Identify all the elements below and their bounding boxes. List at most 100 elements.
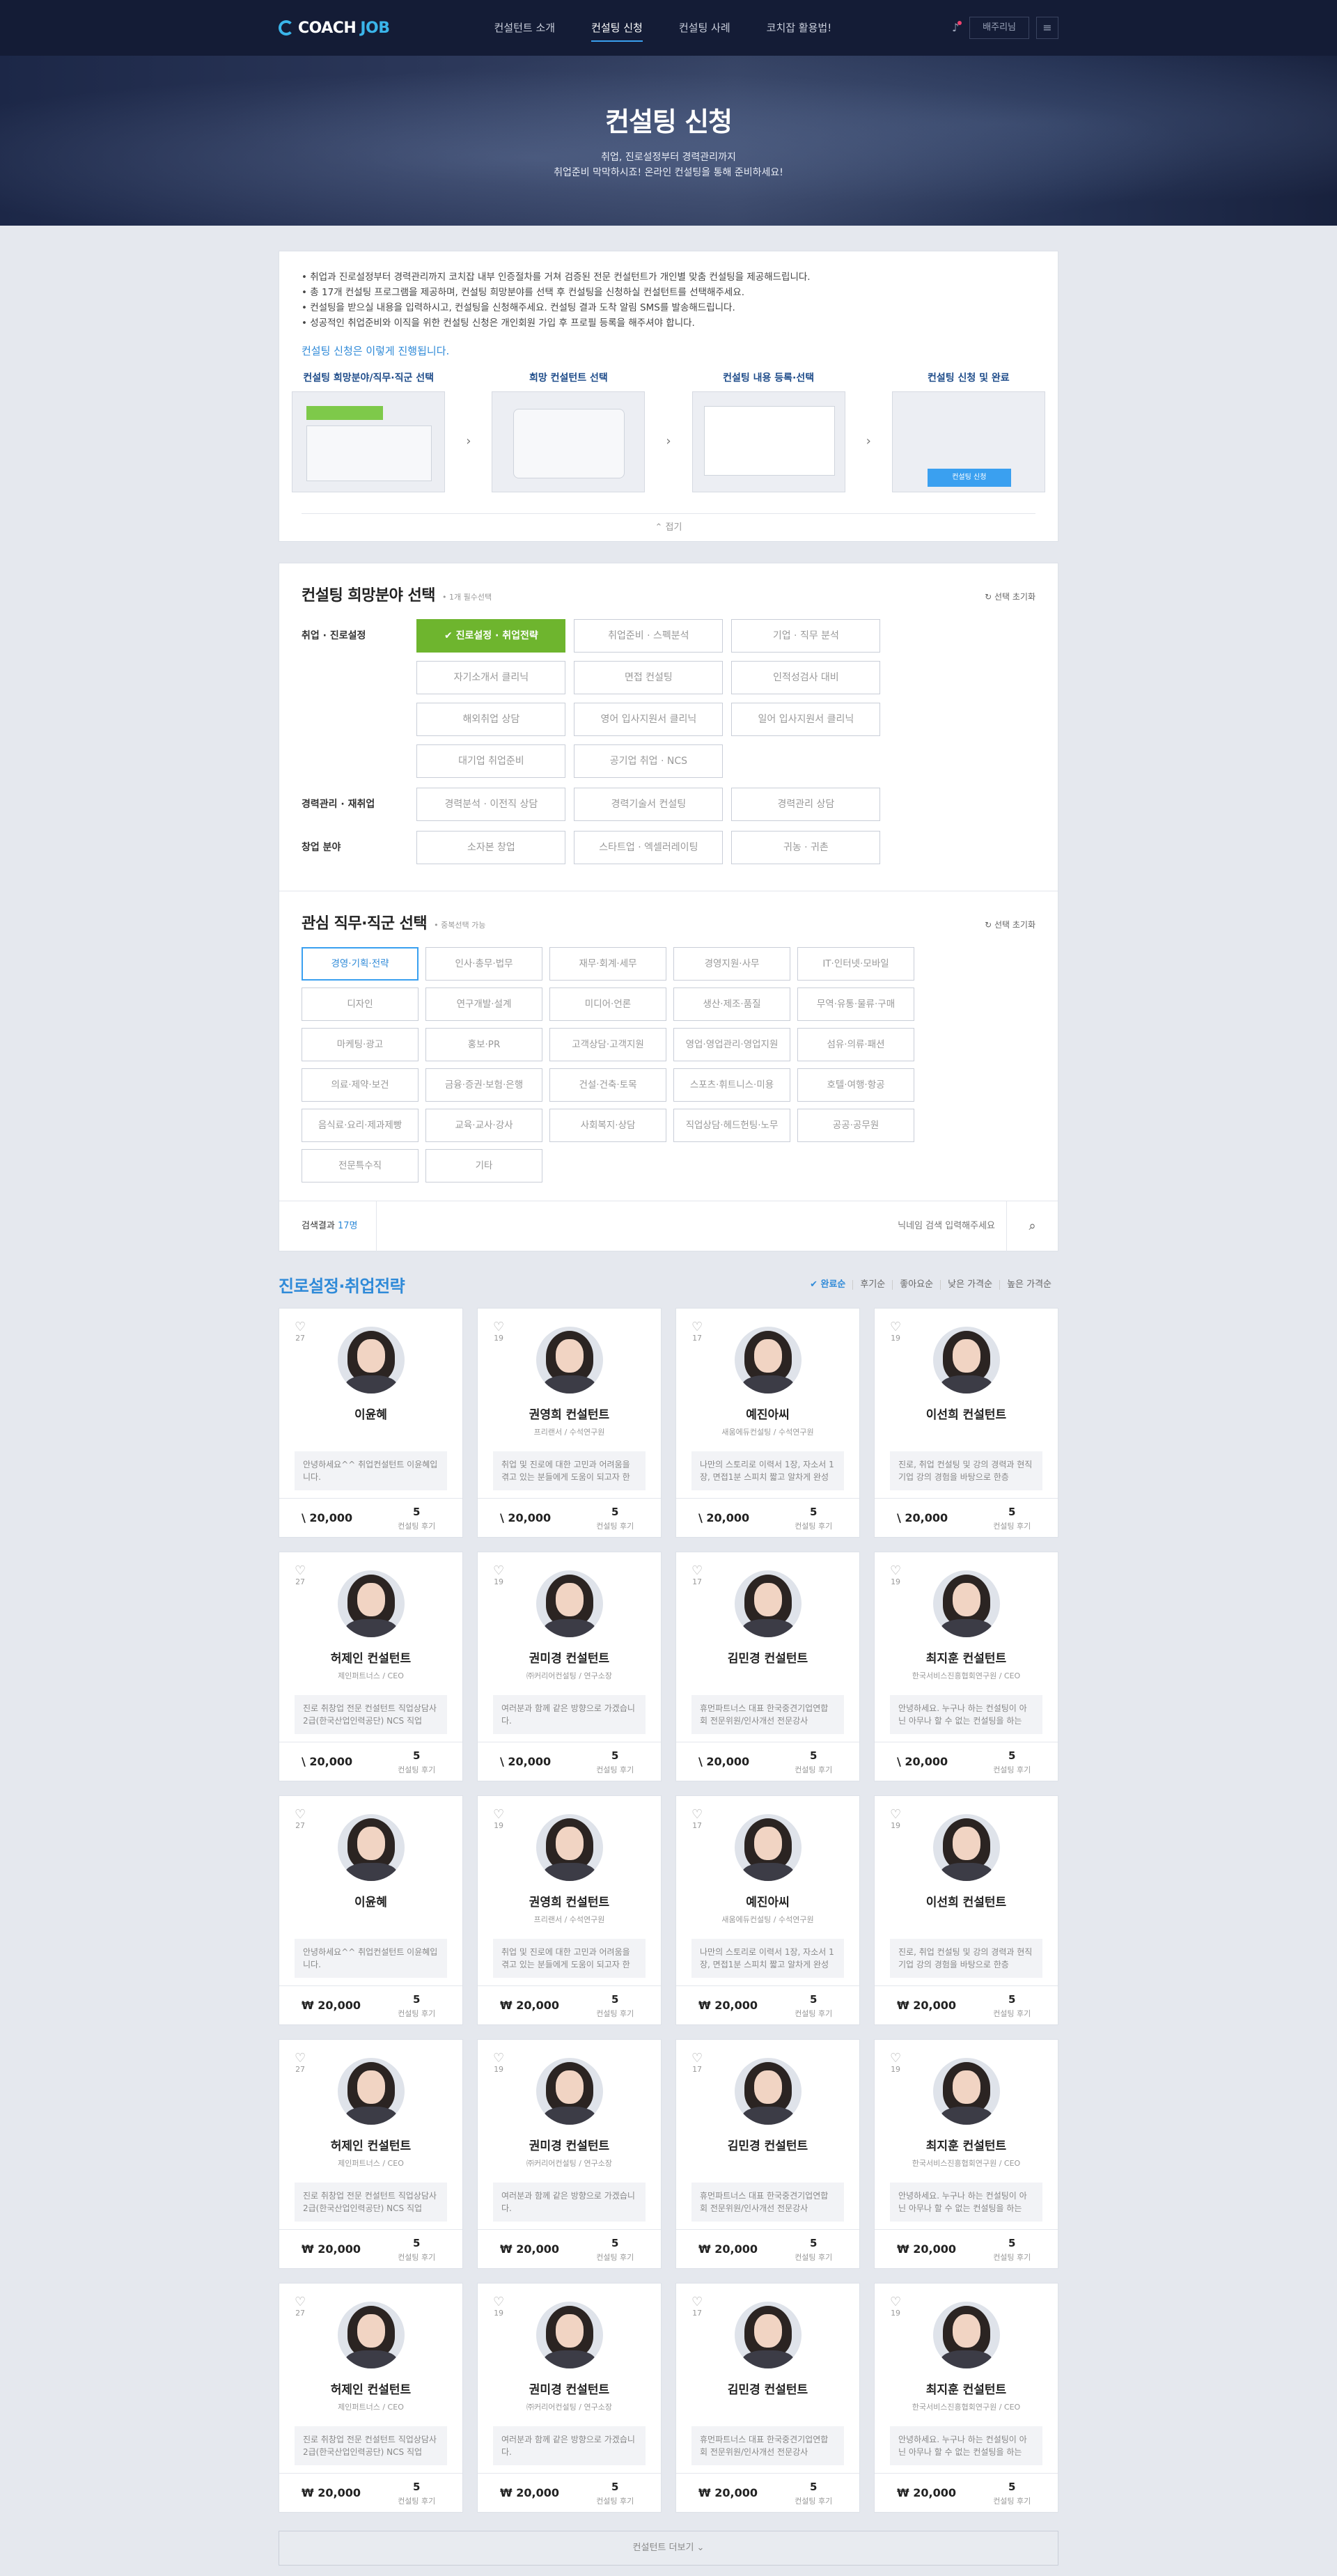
job-chip[interactable]: 연구개발·설계 (425, 988, 542, 1021)
consultant-card[interactable]: ♡ 19 권영희 컨설턴트 프리랜서 / 수석연구원 취업 및 진로에 대한 고민과 어… (477, 1308, 662, 1538)
like-button[interactable]: ♡ 27 (295, 1565, 306, 1587)
consultant-card[interactable]: ♡ 19 이선희 컨설턴트 진로, 취업 컨설팅 및 강의 경력과 현직 기업 강의 … (874, 1795, 1058, 2025)
like-button[interactable]: ♡ 19 (493, 2052, 504, 2075)
consultant-card[interactable]: ♡ 17 예진아씨 새움에듀컨설팅 / 수석연구원 나만의 스토리로 이력서 1장, 자… (675, 1308, 860, 1538)
like-button[interactable]: ♡ 27 (295, 1809, 306, 1831)
job-chip[interactable]: 인사·총무·법무 (425, 947, 542, 981)
job-chip[interactable]: 고객상담·고객지원 (549, 1028, 666, 1061)
user-button[interactable]: 배주리님 (969, 17, 1029, 39)
job-chip[interactable]: 무역·유통·물류·구매 (797, 988, 914, 1021)
job-chip[interactable]: 재무·회계·세무 (549, 947, 666, 981)
job-chip[interactable]: IT·인터넷·모바일 (797, 947, 914, 981)
consultant-card[interactable]: ♡ 19 최지훈 컨설턴트 한국서비스진흥협회연구원 / CEO 안녕하세요. 누구나 … (874, 2039, 1058, 2269)
logo[interactable]: COACH JOB (279, 19, 390, 37)
job-chip[interactable]: 전문특수직 (302, 1149, 419, 1182)
field-chip[interactable]: 자기소개서 클리닉 (416, 661, 566, 694)
consultant-card[interactable]: ♡ 17 예진아씨 새움에듀컨설팅 / 수석연구원 나만의 스토리로 이력서 1장, 자… (675, 1795, 860, 2025)
job-chip[interactable]: 스포츠·휘트니스·미용 (673, 1068, 790, 1102)
job-chip[interactable]: 경영·기획·전략 (302, 947, 419, 981)
like-button[interactable]: ♡ 27 (295, 2296, 306, 2318)
job-chip[interactable]: 마케팅·광고 (302, 1028, 419, 1061)
like-button[interactable]: ♡ 19 (493, 1809, 504, 1831)
consultant-card[interactable]: ♡ 27 이윤혜 안녕하세요^^ 취업컨설턴트 이윤혜입니다. \ 20,000 5 컨설팅… (279, 1308, 463, 1538)
job-chip[interactable]: 섬유·의류·패션 (797, 1028, 914, 1061)
consultant-card[interactable]: ♡ 17 김민경 컨설턴트 휴먼파트너스 대표 한국중견기업연합회 전문위원/인사개선… (675, 2283, 860, 2513)
like-button[interactable]: ♡ 17 (691, 2052, 703, 2075)
field-chip[interactable]: 스타트업 · 엑셀러레이팅 (574, 831, 724, 864)
field-chip[interactable]: 해외취업 상담 (416, 703, 566, 736)
field-chip[interactable]: 경력기술서 컨설팅 (574, 788, 724, 821)
field-chip[interactable]: 공기업 취업 · NCS (574, 744, 724, 778)
job-chip[interactable]: 사회복지·상담 (549, 1109, 666, 1142)
job-chip[interactable]: 미디어·언론 (549, 988, 666, 1021)
job-chip[interactable]: 영업·영업관리·영업지원 (673, 1028, 790, 1061)
field-chip[interactable]: 인적성검사 대비 (731, 661, 881, 694)
sort-complete[interactable]: ✔ 완료순 (803, 1279, 852, 1290)
sort-likes[interactable]: 좋아요순 (892, 1279, 940, 1290)
job-chip[interactable]: 경영지원·사무 (673, 947, 790, 981)
job-chip[interactable]: 의료·제약·보건 (302, 1068, 419, 1102)
job-chip[interactable]: 음식료·요리·제과제빵 (302, 1109, 419, 1142)
field-chip[interactable]: 대기업 취업준비 (416, 744, 566, 778)
job-chip[interactable]: 기타 (425, 1149, 542, 1182)
nav-how-to-use[interactable]: 코치잡 활용법! (767, 0, 832, 56)
job-reset-button[interactable]: ↻ 선택 초기화 (985, 919, 1035, 930)
consultant-card[interactable]: ♡ 19 권미경 컨설턴트 ㈜커리어컨설팅 / 연구소장 여러분과 함께 같은 방향으로… (477, 1552, 662, 1781)
job-chip[interactable]: 금융·증권·보험·은행 (425, 1068, 542, 1102)
job-chip[interactable]: 홍보·PR (425, 1028, 542, 1061)
field-chip[interactable]: 소자본 창업 (416, 831, 566, 864)
nav-consulting-apply[interactable]: 컨설팅 신청 (591, 0, 643, 56)
field-chip[interactable]: 일어 입사지원서 클리닉 (731, 703, 881, 736)
like-button[interactable]: ♡ 27 (295, 2052, 306, 2075)
consultant-card[interactable]: ♡ 27 허제인 컨설턴트 제인퍼트너스 / CEO 진로 취창업 전문 컨설턴트 직업… (279, 2039, 463, 2269)
field-chip[interactable]: ✔ 진로설정 · 취업전략 (416, 619, 566, 653)
load-more-button[interactable]: 컨설턴트 더보기 ⌄ (279, 2531, 1058, 2566)
consultant-card[interactable]: ♡ 19 권미경 컨설턴트 ㈜커리어컨설팅 / 연구소장 여러분과 함께 같은 방향으로… (477, 2039, 662, 2269)
consultant-card[interactable]: ♡ 17 김민경 컨설턴트 휴먼파트너스 대표 한국중견기업연합회 전문위원/인사개선… (675, 2039, 860, 2269)
like-button[interactable]: ♡ 19 (493, 1565, 504, 1587)
consultant-card[interactable]: ♡ 27 허제인 컨설턴트 제인퍼트너스 / CEO 진로 취창업 전문 컨설턴트 직업… (279, 1552, 463, 1781)
notification-bell-icon[interactable]: ♪ (948, 21, 962, 35)
job-chip[interactable]: 생산·제조·품질 (673, 988, 790, 1021)
consultant-card[interactable]: ♡ 19 권영희 컨설턴트 프리랜서 / 수석연구원 취업 및 진로에 대한 고민과 어… (477, 1795, 662, 2025)
fold-toggle[interactable]: ⌃ 접기 (302, 513, 1035, 541)
consultant-card[interactable]: ♡ 19 최지훈 컨설턴트 한국서비스진흥협회연구원 / CEO 안녕하세요. 누구나 … (874, 2283, 1058, 2513)
sort-price-low[interactable]: 낮은 가격순 (940, 1279, 999, 1290)
nav-consulting-cases[interactable]: 컨설팅 사례 (679, 0, 730, 56)
like-button[interactable]: ♡ 17 (691, 1809, 703, 1831)
consultant-card[interactable]: ♡ 27 허제인 컨설턴트 제인퍼트너스 / CEO 진로 취창업 전문 컨설턴트 직업… (279, 2283, 463, 2513)
field-chip[interactable]: 경력관리 상담 (731, 788, 881, 821)
like-button[interactable]: ♡ 19 (890, 1565, 901, 1587)
consultant-card[interactable]: ♡ 17 김민경 컨설턴트 휴먼파트너스 대표 한국중견기업연합회 전문위원/인사개선… (675, 1552, 860, 1781)
job-chip[interactable]: 교육·교사·강사 (425, 1109, 542, 1142)
like-button[interactable]: ♡ 19 (890, 2052, 901, 2075)
sort-reviews[interactable]: 후기순 (852, 1279, 892, 1290)
like-button[interactable]: ♡ 27 (295, 1321, 306, 1343)
like-button[interactable]: ♡ 19 (890, 2296, 901, 2318)
sort-price-high[interactable]: 높은 가격순 (999, 1279, 1058, 1290)
like-button[interactable]: ♡ 17 (691, 2296, 703, 2318)
field-chip[interactable]: 면접 컨설팅 (574, 661, 724, 694)
menu-icon[interactable]: ≡ (1036, 17, 1058, 39)
field-reset-button[interactable]: ↻ 선택 초기화 (985, 591, 1035, 602)
like-button[interactable]: ♡ 19 (890, 1809, 901, 1831)
consultant-card[interactable]: ♡ 19 이선희 컨설턴트 진로, 취업 컨설팅 및 강의 경력과 현직 기업 강의 … (874, 1308, 1058, 1538)
job-chip[interactable]: 공공·공무원 (797, 1109, 914, 1142)
consultant-card[interactable]: ♡ 27 이윤혜 안녕하세요^^ 취업컨설턴트 이윤혜입니다. ₩ 20,000 5 컨설팅… (279, 1795, 463, 2025)
like-button[interactable]: ♡ 17 (691, 1321, 703, 1343)
job-chip[interactable]: 직업상담·헤드헌팅·노무 (673, 1109, 790, 1142)
nav-consultant-intro[interactable]: 컨설턴트 소개 (494, 0, 556, 56)
job-chip[interactable]: 디자인 (302, 988, 419, 1021)
like-button[interactable]: ♡ 19 (493, 1321, 504, 1343)
field-chip[interactable]: 영어 입사지원서 클리닉 (574, 703, 724, 736)
field-chip[interactable]: 기업 · 직무 분석 (731, 619, 881, 653)
job-chip[interactable]: 호텔·여행·항공 (797, 1068, 914, 1102)
nickname-search-input[interactable] (377, 1201, 1006, 1251)
like-button[interactable]: ♡ 19 (890, 1321, 901, 1343)
like-button[interactable]: ♡ 17 (691, 1565, 703, 1587)
search-icon[interactable]: ⌕ (1006, 1201, 1058, 1251)
field-chip[interactable]: 귀농 · 귀촌 (731, 831, 881, 864)
field-chip[interactable]: 경력분석 · 이전직 상담 (416, 788, 566, 821)
job-chip[interactable]: 건설·건축·토목 (549, 1068, 666, 1102)
consultant-card[interactable]: ♡ 19 최지훈 컨설턴트 한국서비스진흥협회연구원 / CEO 안녕하세요. 누구나 … (874, 1552, 1058, 1781)
